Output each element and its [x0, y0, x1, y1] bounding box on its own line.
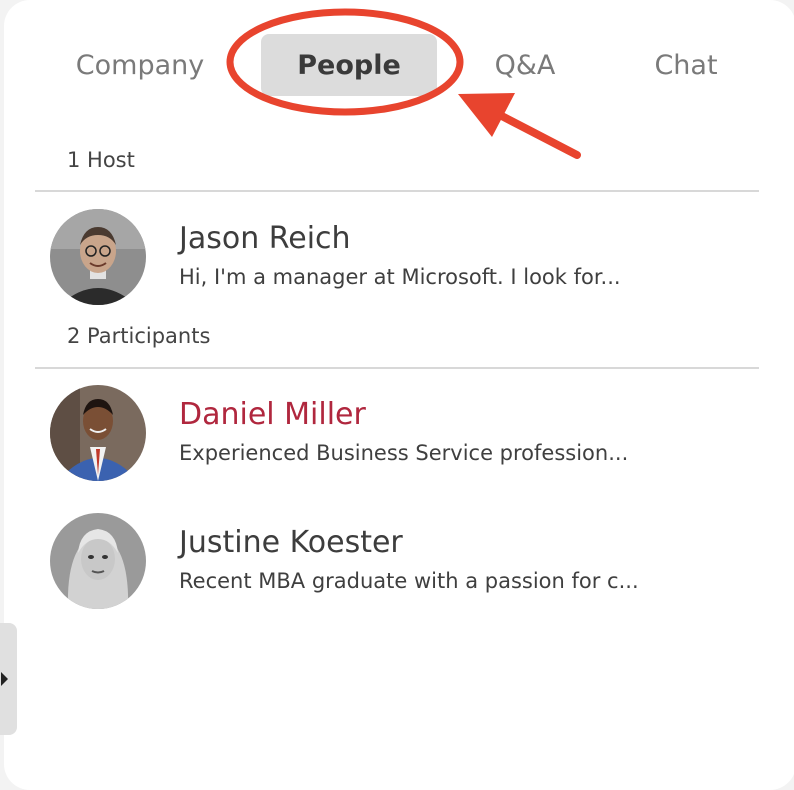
side-panel-toggle[interactable] [0, 623, 17, 735]
hosts-divider [35, 190, 759, 192]
avatar-jason-reich [50, 209, 146, 305]
person-name: Jason Reich [179, 221, 351, 256]
person-justine-koester[interactable]: Justine Koester Recent MBA graduate with… [50, 513, 750, 613]
tab-people[interactable]: People [261, 34, 437, 96]
person-bio: Recent MBA graduate with a passion for c… [179, 569, 639, 593]
avatar-daniel-miller [50, 385, 146, 481]
person-jason-reich[interactable]: Jason Reich Hi, I'm a manager at Microso… [50, 209, 750, 309]
hosts-section-label: 1 Host [67, 148, 135, 172]
tab-company[interactable]: Company [58, 34, 222, 96]
tab-chat[interactable]: Chat [624, 34, 748, 96]
chevron-right-icon [1, 672, 8, 686]
tab-qa[interactable]: Q&A [466, 34, 584, 96]
person-name: Daniel Miller [179, 397, 366, 432]
person-bio: Experienced Business Service profession.… [179, 441, 629, 465]
participants-divider [35, 367, 759, 369]
avatar-justine-koester [50, 513, 146, 609]
participants-section-label: 2 Participants [67, 324, 211, 348]
person-daniel-miller[interactable]: Daniel Miller Experienced Business Servi… [50, 385, 750, 485]
person-bio: Hi, I'm a manager at Microsoft. I look f… [179, 265, 621, 289]
person-name: Justine Koester [179, 525, 403, 560]
people-panel: Company People Q&A Chat 1 Host Jason Rei… [4, 0, 794, 790]
